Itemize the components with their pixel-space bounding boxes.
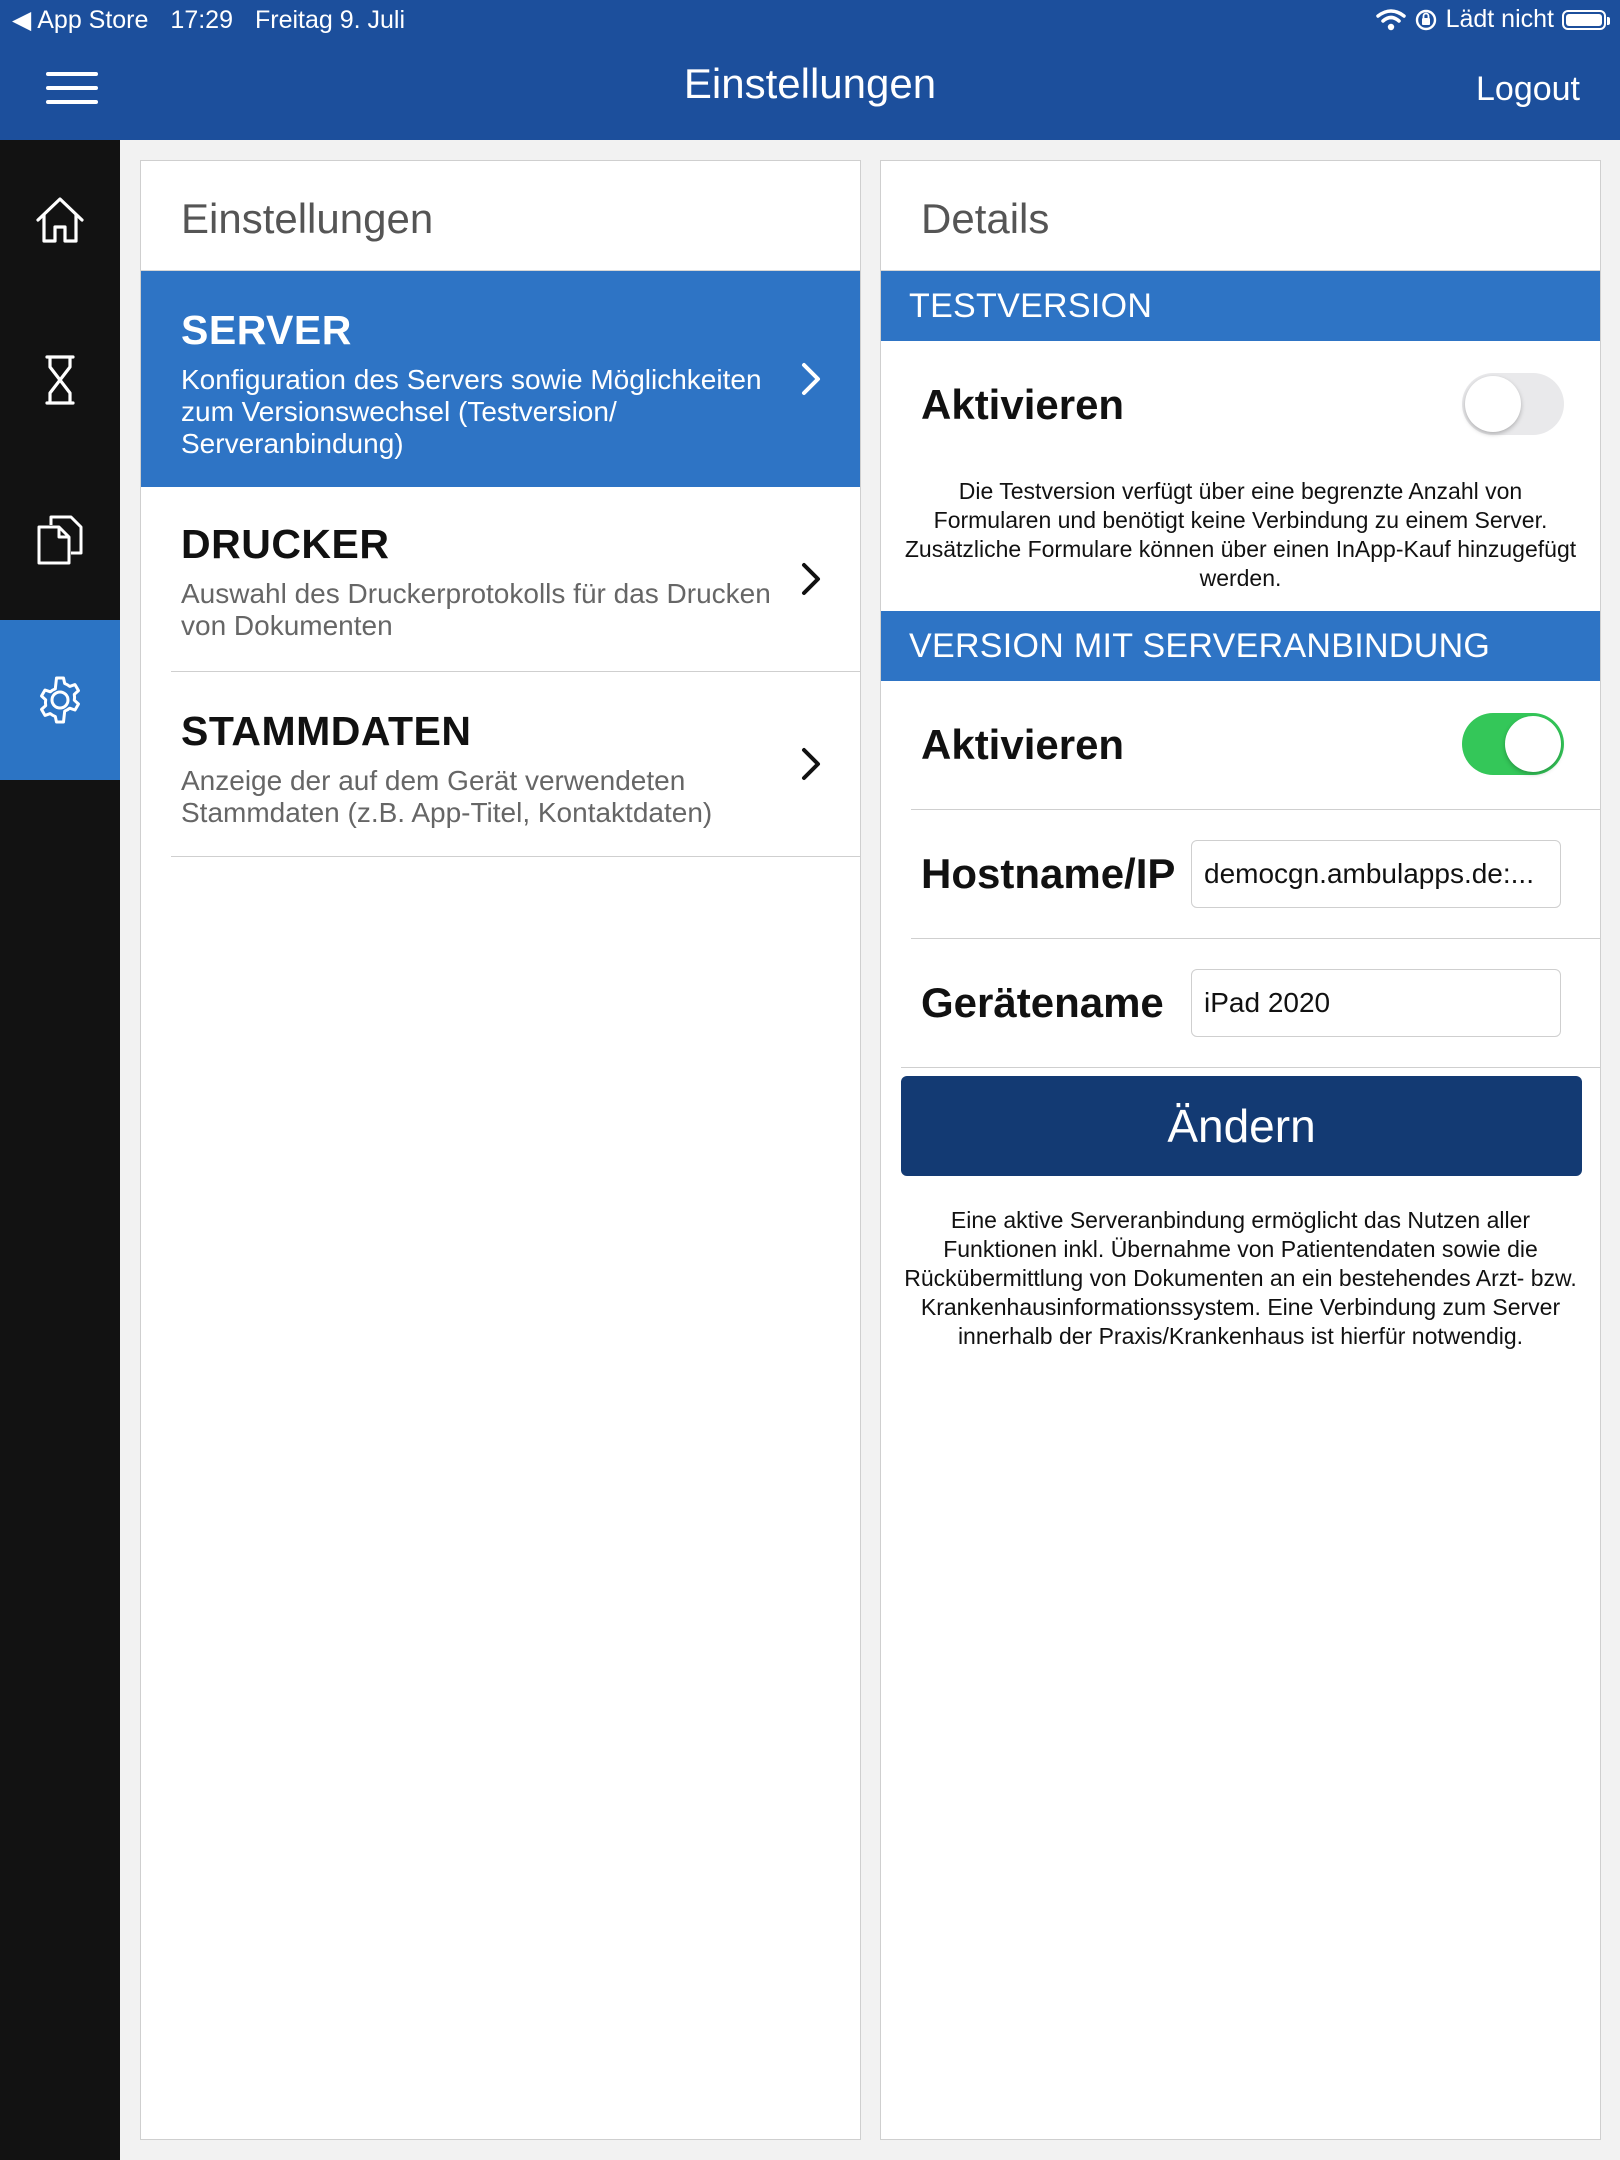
details-panel-title: Details — [881, 161, 1600, 271]
battery-icon — [1562, 9, 1610, 30]
wifi-icon — [1375, 8, 1406, 30]
hourglass-icon — [45, 355, 75, 405]
top-bar: ◀ App Store 17:29 Freitag 9. Juli Lädt ni… — [0, 0, 1620, 140]
logout-button[interactable]: Logout — [1476, 70, 1580, 109]
page-title: Einstellungen — [683, 60, 937, 107]
settings-item-subtitle: Anzeige der auf dem Gerät verwendeten St… — [181, 765, 713, 828]
orientation-lock-icon — [1415, 9, 1436, 30]
nav-settings[interactable] — [0, 620, 120, 780]
device-name-input[interactable] — [1191, 969, 1561, 1037]
settings-panel: Einstellungen SERVER Konfiguration des S… — [140, 160, 861, 2140]
hostname-row: Hostname/IP — [881, 810, 1600, 938]
nav-home[interactable] — [0, 140, 120, 300]
server-activate-label: Aktivieren — [921, 721, 1125, 768]
status-time: 17:29 — [170, 5, 233, 34]
chevron-right-icon — [802, 363, 820, 395]
details-panel: Details TESTVERSION Aktivieren Die Testv… — [880, 160, 1601, 2140]
nav-documents[interactable] — [0, 460, 120, 620]
home-icon — [36, 197, 84, 243]
documents-icon — [37, 515, 83, 565]
section-header-server: VERSION MIT SERVERANBINDUNG — [881, 611, 1600, 681]
hostname-label: Hostname/IP — [921, 850, 1176, 897]
divider — [171, 856, 860, 857]
settings-panel-title: Einstellungen — [141, 161, 860, 271]
settings-item-title: DRUCKER — [181, 521, 390, 567]
test-activate-row: Aktivieren — [881, 341, 1600, 469]
chevron-right-icon — [802, 748, 820, 780]
back-to-app-link[interactable]: ◀ App Store — [12, 5, 148, 35]
change-button[interactable]: Ändern — [901, 1076, 1582, 1176]
test-activate-label: Aktivieren — [921, 381, 1125, 428]
server-activate-toggle[interactable] — [1462, 713, 1564, 775]
side-navigation — [0, 140, 120, 2160]
gear-icon — [40, 676, 80, 724]
status-date: Freitag 9. Juli — [254, 5, 406, 34]
chevron-right-icon — [802, 563, 820, 595]
back-triangle-icon: ◀ — [12, 6, 32, 34]
server-activate-row: Aktivieren — [881, 681, 1600, 809]
settings-item-subtitle: Konfiguration des Servers sowie Möglichk… — [181, 364, 762, 459]
server-description: Eine aktive Serveranbindung ermöglicht d… — [904, 1207, 1577, 1349]
device-name-row: Gerätename — [881, 939, 1600, 1067]
device-name-label: Gerätename — [921, 979, 1164, 1026]
test-activate-toggle[interactable] — [1462, 373, 1564, 435]
status-bar: ◀ App Store 17:29 Freitag 9. Juli Lädt ni… — [0, 0, 1620, 40]
charging-status: Lädt nicht — [1445, 5, 1554, 33]
settings-item-title: STAMMDATEN — [181, 708, 472, 754]
divider — [901, 1067, 1600, 1068]
settings-item-stammdaten[interactable]: STAMMDATEN Anzeige der auf dem Gerät ver… — [141, 672, 860, 856]
settings-item-subtitle: Auswahl des Druckerprotokolls für das Dr… — [181, 578, 771, 641]
hostname-input[interactable] — [1191, 840, 1561, 908]
settings-item-server[interactable]: SERVER Konfiguration des Servers sowie M… — [141, 271, 860, 487]
section-header-testversion: TESTVERSION — [881, 271, 1600, 341]
nav-history[interactable] — [0, 300, 120, 460]
settings-item-title: SERVER — [181, 307, 352, 353]
settings-item-drucker[interactable]: DRUCKER Auswahl des Druckerprotokolls fü… — [141, 487, 860, 671]
test-description: Die Testversion verfügt über eine begren… — [904, 478, 1577, 591]
